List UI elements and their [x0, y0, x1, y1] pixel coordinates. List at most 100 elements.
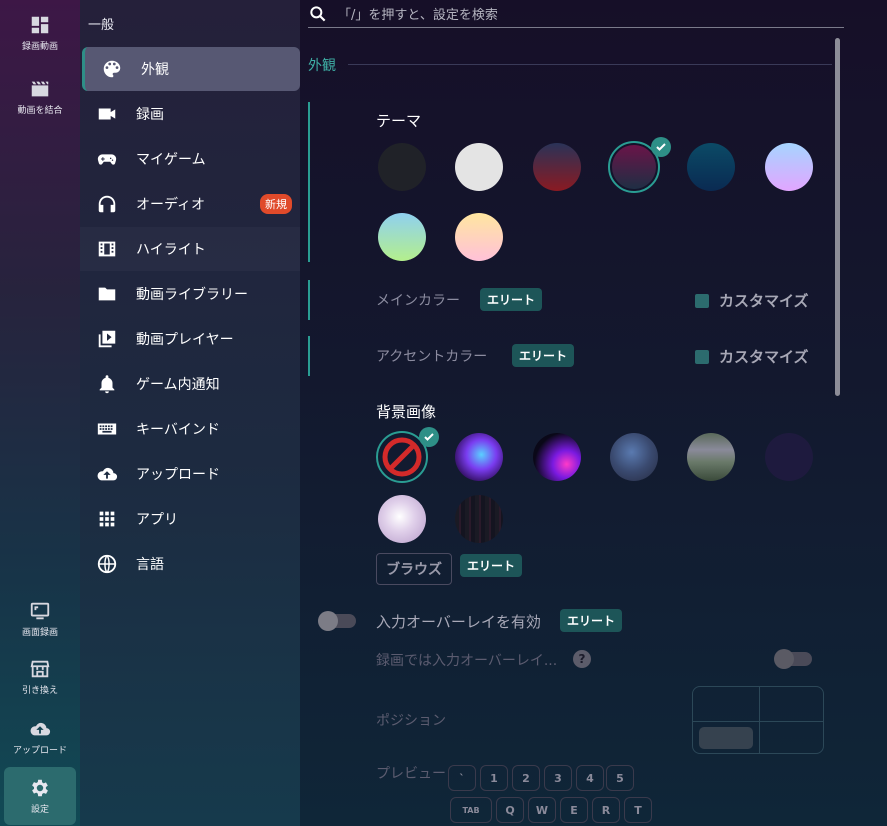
rail-item-settings[interactable]: 設定	[4, 767, 76, 825]
search-bar[interactable]: 「/」を押すと、設定を検索	[308, 0, 844, 28]
position-label: ポジション	[376, 713, 446, 729]
rail-item-label: アップロード	[12, 746, 67, 756]
nav-item-language[interactable]: 言語	[80, 542, 300, 586]
key-q: Q	[496, 797, 524, 823]
videocam-icon	[98, 108, 116, 120]
customize-label: カスタマイズ	[719, 292, 809, 310]
background-thumb-dark-purple[interactable]	[765, 433, 813, 481]
nav-item-keybinds[interactable]: キーバインド	[80, 407, 300, 451]
nav-item-in-game-notifications[interactable]: ゲーム内通知	[80, 362, 300, 406]
nav-item-label: ハイライト	[136, 242, 206, 258]
nav-item-label: 動画ライブラリー	[136, 287, 248, 303]
help-icon[interactable]: ?	[573, 650, 591, 668]
nav-item-recording[interactable]: 録画	[80, 92, 300, 136]
nav-item-label: ゲーム内通知	[136, 377, 220, 393]
rail-item-merge-videos[interactable]: 動画を結合	[0, 78, 80, 116]
overlay-recording-toggle[interactable]	[774, 649, 812, 669]
video-library-icon	[98, 330, 116, 348]
nav-item-label: 外観	[141, 62, 169, 78]
nav-item-apps[interactable]: アプリ	[80, 497, 300, 541]
key-r: R	[592, 797, 620, 823]
position-grid[interactable]	[692, 686, 824, 754]
theme-swatch-light[interactable]	[455, 143, 503, 191]
search-icon	[310, 5, 326, 21]
nav-item-video-library[interactable]: 動画ライブラリー	[80, 272, 300, 316]
elite-badge: エリート	[460, 554, 523, 577]
accent-color-customize-checkbox[interactable]: カスタマイズ	[695, 346, 809, 367]
nav-item-label: オーディオ	[136, 197, 206, 213]
nav-item-my-games[interactable]: マイゲーム	[80, 137, 300, 181]
cloud-upload-icon	[97, 467, 118, 481]
theme-swatch-ocean[interactable]	[687, 143, 735, 191]
background-thumb-blue-texture[interactable]	[610, 433, 658, 481]
key-4: 4	[576, 765, 604, 791]
preview-label: プレビュー	[376, 766, 446, 782]
no-image-icon	[382, 437, 422, 477]
rail-item-label: 引き換え	[21, 686, 58, 696]
background-thumb-landscape[interactable]	[687, 433, 735, 481]
theme-swatch-peach[interactable]	[455, 213, 503, 261]
search-input[interactable]: 「/」を押すと、設定を検索	[338, 4, 498, 23]
rail-item-upload[interactable]: アップロード	[0, 718, 80, 756]
checkmark-icon	[419, 427, 439, 447]
group-indicator	[308, 280, 310, 320]
theme-swatch-lavender[interactable]	[765, 143, 813, 191]
clapperboard-icon	[31, 81, 49, 97]
scrollbar[interactable]	[835, 38, 840, 396]
nav-item-highlights[interactable]: ハイライト	[80, 227, 300, 271]
key-e: E	[560, 797, 588, 823]
film-icon	[98, 241, 116, 257]
rail-item-label: 設定	[30, 805, 49, 815]
nav-item-video-player[interactable]: 動画プレイヤー	[80, 317, 300, 361]
rail-item-screen-record[interactable]: 画面録画	[0, 600, 80, 638]
input-overlay-label: 入力オーバーレイを有効	[376, 613, 541, 631]
nav-item-upload[interactable]: アップロード	[80, 452, 300, 496]
store-icon	[30, 660, 50, 678]
key-5: 5	[606, 765, 634, 791]
key-2: 2	[512, 765, 540, 791]
rail-item-label: 動画を結合	[17, 106, 63, 116]
browse-button[interactable]: ブラウズ	[376, 553, 452, 585]
background-thumb-crystal[interactable]	[455, 433, 503, 481]
rail-item-recorded-videos[interactable]: 録画動画	[0, 14, 80, 52]
gear-icon	[32, 779, 48, 797]
rail-item-label: 録画動画	[21, 42, 58, 52]
key-tab: TAB	[450, 797, 492, 823]
background-thumb-neon[interactable]	[533, 433, 581, 481]
elite-badge: エリート	[480, 288, 543, 311]
nav-header: 一般	[88, 18, 115, 33]
keyboard-icon	[97, 423, 117, 435]
elite-badge: エリート	[560, 609, 623, 632]
section-title: 外観	[308, 58, 336, 74]
accent-color-label: アクセントカラー	[376, 349, 488, 365]
background-image-label: 背景画像	[376, 403, 437, 421]
rail-item-label: 画面録画	[21, 628, 58, 638]
key-backtick: `	[448, 765, 476, 791]
overlay-recording-label: 録画では入力オーバーレイ...	[376, 653, 558, 669]
elite-badge: エリート	[512, 344, 575, 367]
input-overlay-toggle[interactable]	[318, 611, 356, 631]
folder-icon	[98, 287, 116, 301]
background-thumb-pearl[interactable]	[378, 495, 426, 543]
theme-swatch-crimson[interactable]	[533, 143, 581, 191]
nav-item-appearance[interactable]: 外観	[82, 47, 300, 91]
nav-item-label: キーバインド	[136, 422, 220, 438]
theme-swatch-mint[interactable]	[378, 213, 426, 261]
section-divider	[348, 64, 832, 65]
dashboard-icon	[31, 16, 49, 34]
theme-swatch-dark[interactable]	[378, 143, 426, 191]
settings-content: 「/」を押すと、設定を検索 外観 テーマ メインカラー エリート カスタマイズ …	[300, 0, 887, 826]
main-color-customize-checkbox[interactable]: カスタマイズ	[695, 290, 809, 311]
position-selected-cell[interactable]	[699, 727, 753, 749]
globe-icon	[97, 554, 117, 574]
key-1: 1	[480, 765, 508, 791]
background-thumb-glitch[interactable]	[455, 495, 503, 543]
key-w: W	[528, 797, 556, 823]
main-color-label: メインカラー	[376, 293, 460, 309]
nav-item-audio[interactable]: オーディオ 新規	[80, 182, 300, 226]
group-indicator	[308, 102, 310, 262]
headphones-icon	[98, 195, 116, 213]
key-3: 3	[544, 765, 572, 791]
rail-item-redeem[interactable]: 引き換え	[0, 658, 80, 696]
checkbox-icon	[695, 349, 709, 364]
